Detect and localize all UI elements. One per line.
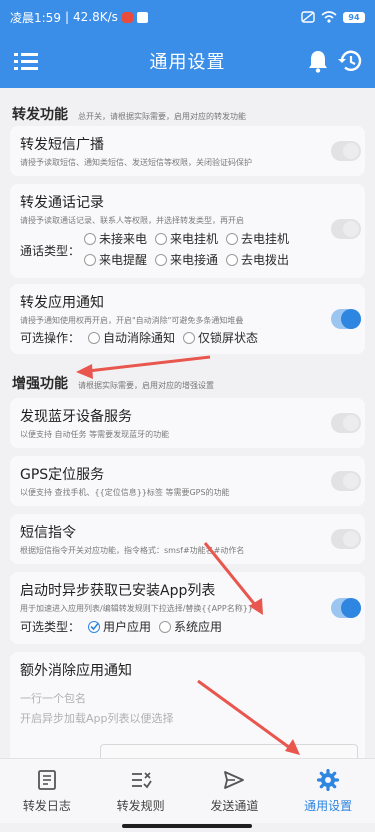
call-type-options-row1: 未接来电 来电挂机 去电挂机 <box>84 230 297 247</box>
app-type-label: 可选类型： <box>20 620 81 634</box>
card-desc: 以便支持 自动任务 等需要发现蓝牙的功能 <box>20 430 170 439</box>
card-bluetooth: 发现蓝牙设备服务 以便支持 自动任务 等需要发现蓝牙的功能 <box>10 398 365 448</box>
status-time: 凌晨1:59 <box>10 10 61 25</box>
async-apps-toggle[interactable] <box>331 598 361 618</box>
radio-incoming-answered[interactable]: 来电接通 <box>155 251 218 268</box>
section-forward-header: 转发功能 总开关，请根据实际需要，启用对应的转发功能 <box>12 104 246 124</box>
app-select-dropdown[interactable] <box>100 744 358 758</box>
card-title: 额外消除应用通知 <box>20 663 132 679</box>
wifi-icon <box>321 11 337 23</box>
section-title: 转发功能 <box>12 107 68 123</box>
card-desc: 根据短信指令开关对应功能，指令格式：smsf#功能名#动作名 <box>20 546 245 555</box>
package-list-input[interactable]: 一行一个包名 开启异步加载App列表以便选择 <box>20 690 174 726</box>
card-desc: 用于加速进入应用列表/编辑转发规则下拉选择/替换{{APP名称}} <box>20 604 253 613</box>
card-title: GPS定位服务 <box>20 467 105 483</box>
calls-toggle[interactable] <box>331 219 361 239</box>
app-bar: 通用设置 <box>0 34 375 88</box>
section-title: 增强功能 <box>12 376 68 392</box>
bottom-nav: 转发日志 转发规则 发送通道 通用设置 <box>0 758 375 823</box>
nav-forward-log[interactable]: 转发日志 <box>0 759 94 823</box>
op-label: 可选操作： <box>20 331 81 345</box>
nav-forward-rules[interactable]: 转发规则 <box>94 759 188 823</box>
settings-list[interactable]: 转发功能 总开关，请根据实际需要，启用对应的转发功能 转发短信广播 请授予读取短… <box>0 88 375 758</box>
mail-icon <box>136 11 148 23</box>
checkbox-auto-clear[interactable]: 自动消除通知 <box>88 329 175 346</box>
call-type-label: 通话类型： <box>20 244 81 258</box>
card-title: 转发短信广播 <box>20 137 104 153</box>
card-title: 转发通话记录 <box>20 195 104 211</box>
section-desc: 总开关，请根据实际需要，启用对应的转发功能 <box>78 112 246 121</box>
status-speed: 42.8K/s <box>73 10 118 24</box>
card-forward-sms: 转发短信广播 请授予读取短信、通知类短信、发送短信等权限，关闭验证码保护 <box>10 126 365 176</box>
status-bar: 凌晨1:59 | 42.8K/s 94 <box>0 0 375 34</box>
card-desc: 请授予通知使用权再开启，开启"自动消除"可避免多条通知堆叠 <box>20 316 244 325</box>
card-desc: 请授予读取短信、通知类短信、发送短信等权限，关闭验证码保护 <box>20 158 252 167</box>
history-icon[interactable] <box>337 48 363 74</box>
app-notify-toggle[interactable] <box>331 309 361 329</box>
home-indicator[interactable] <box>122 824 252 828</box>
card-gps: GPS定位服务 以便支持 查找手机、{{定位信息}}标签 等需要GPS的功能 <box>10 456 365 506</box>
call-type-options-row2: 来电提醒 来电接通 去电拨出 <box>84 251 297 268</box>
bluetooth-toggle[interactable] <box>331 413 361 433</box>
send-icon <box>224 770 245 789</box>
nav-send-channels[interactable]: 发送通道 <box>188 759 282 823</box>
battery-icon: 94 <box>343 11 365 23</box>
radio-missed-call[interactable]: 未接来电 <box>84 230 147 247</box>
card-sms-command: 短信指令 根据短信指令开关对应功能，指令格式：smsf#功能名#动作名 <box>10 514 365 564</box>
rules-icon <box>131 771 152 788</box>
bell-icon[interactable] <box>307 49 329 73</box>
checkbox-user-apps[interactable]: 用户应用 <box>88 618 151 635</box>
card-title: 启动时异步获取已安装App列表 <box>20 583 216 599</box>
radio-incoming-hangup[interactable]: 来电挂机 <box>155 230 218 247</box>
radio-outgoing-dial[interactable]: 去电拨出 <box>226 251 289 268</box>
card-title: 短信指令 <box>20 525 76 541</box>
card-desc: 请授予读取通话记录、联系人等权限，并选择转发类型，再开启 <box>20 216 244 225</box>
app-type-options-row: 可选类型： 用户应用 系统应用 <box>20 618 230 635</box>
silent-icon <box>301 11 315 23</box>
app-notify-options-row: 可选操作： 自动消除通知 仅锁屏状态 <box>20 329 266 346</box>
sms-toggle[interactable] <box>331 141 361 161</box>
card-desc: 以便支持 查找手机、{{定位信息}}标签 等需要GPS的功能 <box>20 488 230 497</box>
gps-toggle[interactable] <box>331 471 361 491</box>
gear-icon <box>317 768 340 791</box>
page-title: 通用设置 <box>149 52 226 73</box>
checkbox-system-apps[interactable]: 系统应用 <box>159 618 222 635</box>
card-title: 发现蓝牙设备服务 <box>20 409 132 425</box>
section-desc: 请根据实际需要，启用对应的增强设置 <box>78 381 214 390</box>
radio-outgoing-hangup[interactable]: 去电挂机 <box>226 230 289 247</box>
menu-icon[interactable] <box>14 51 38 71</box>
call-type-row: 通话类型： <box>20 242 88 259</box>
log-icon <box>37 769 56 790</box>
sms-command-toggle[interactable] <box>331 529 361 549</box>
radio-incoming-remind[interactable]: 来电提醒 <box>84 251 147 268</box>
app-notification-icon <box>121 11 133 23</box>
nav-general-settings[interactable]: 通用设置 <box>281 759 375 823</box>
section-enhance-header: 增强功能 请根据实际需要，启用对应的增强设置 <box>12 373 214 393</box>
checkbox-lock-screen-only[interactable]: 仅锁屏状态 <box>183 329 258 346</box>
check-icon <box>88 620 101 633</box>
card-title: 转发应用通知 <box>20 295 104 311</box>
